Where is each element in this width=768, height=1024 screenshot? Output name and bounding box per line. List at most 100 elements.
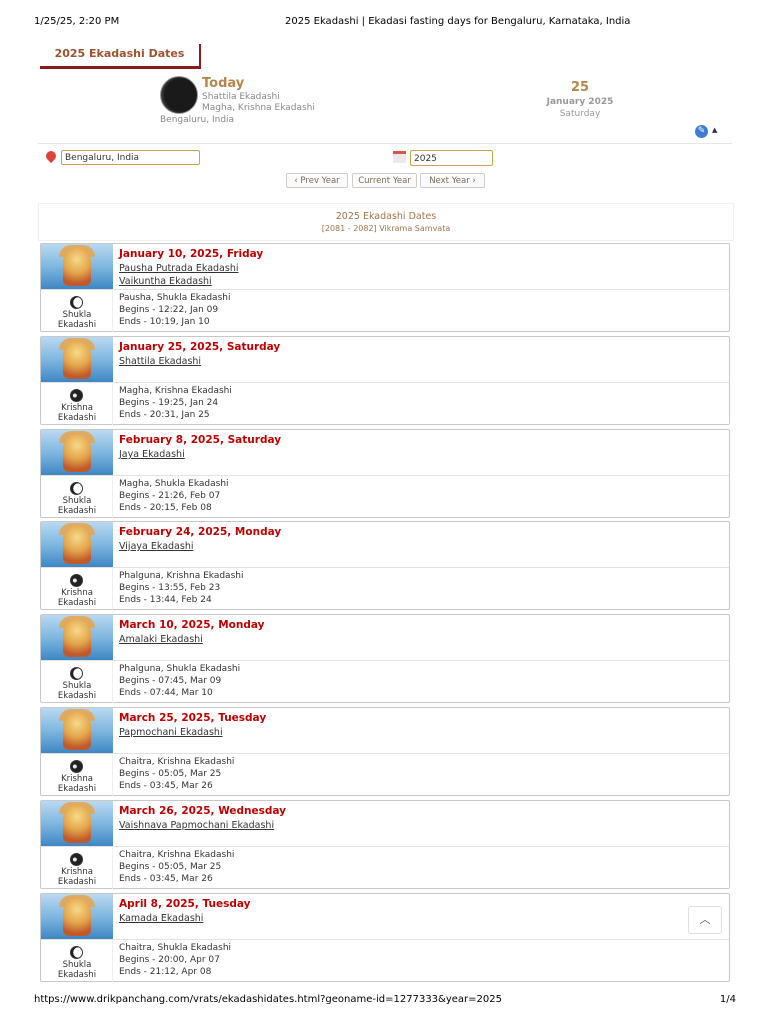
paksha-label: Shukla Ekadashi [41,310,113,330]
tithi-text: Chaitra, Krishna Ekadashi [119,757,235,767]
begins-time: Begins - 05:05, Mar 25 [119,862,222,872]
ends-time: Ends - 13:44, Feb 24 [119,595,212,605]
calendar-icon[interactable] [393,151,406,163]
ends-time: Ends - 10:19, Jan 10 [119,317,210,327]
settings-icon[interactable]: ✎ [695,125,708,138]
tithi-text: Magha, Krishna Ekadashi [119,386,232,396]
ekadashi-card: Krishna Ekadashi February 24, 2025, Monday… [40,521,730,610]
ekadashi-date: March 26, 2025, Wednesday [119,805,287,817]
current-year-button[interactable]: Current Year [352,173,417,188]
ekadashi-card: Shukla Ekadashi February 8, 2025, Saturday… [40,429,730,518]
ends-time: Ends - 21:12, Apr 08 [119,967,212,977]
begins-time: Begins - 21:26, Feb 07 [119,491,221,501]
ekadashi-card: Shukla Ekadashi January 10, 2025, Friday Pa… [40,243,730,332]
vishnu-image[interactable] [41,801,113,846]
shukla-moon-icon [70,482,83,495]
paksha-label: Shukla Ekadashi [41,960,113,980]
print-header: 1/25/25, 2:20 PM 2025 Ekadashi | Ekadasi… [0,16,768,32]
ekadashi-card: Krishna Ekadashi March 25, 2025, Tuesday Pa… [40,707,730,796]
vishnu-image[interactable] [41,337,113,382]
today-day: 25 [570,80,590,95]
shukla-moon-icon [70,946,83,959]
krishna-moon-icon [70,389,83,402]
today-date: 25 January 2025 Saturday [538,80,622,120]
paksha-word: Ekadashi [57,783,97,794]
ends-time: Ends - 07:44, Mar 10 [119,688,213,698]
ekadashi-date: March 25, 2025, Tuesday [119,712,267,724]
ekadashi-date: April 8, 2025, Tuesday [119,898,251,910]
ekadashi-name-link[interactable]: Shattila Ekadashi [119,356,201,367]
divider [38,143,732,144]
paksha-word: Ekadashi [57,969,97,980]
paksha-cell: Krishna Ekadashi [41,753,113,796]
location-pin-icon [43,148,59,164]
ends-time: Ends - 03:45, Mar 26 [119,781,213,791]
krishna-moon-icon [70,574,83,587]
vishnu-image[interactable] [41,708,113,753]
year-input[interactable]: 2025 [410,150,493,166]
ekadashi-name-link[interactable]: Kamada Ekadashi [119,913,203,924]
krishna-moon-icon [70,853,83,866]
today-month-year: January 2025 [546,97,614,107]
ends-time: Ends - 03:45, Mar 26 [119,874,213,884]
ekadashi-name-link[interactable]: Amalaki Ekadashi [119,634,203,645]
moon-phase-icon [160,76,198,114]
today-paksha: Magha, Krishna Ekadashi [202,103,315,113]
scroll-to-top-button[interactable]: ︿ [688,906,722,934]
ekadashi-name-link[interactable]: Vaikuntha Ekadashi [119,276,212,287]
ekadashi-date: February 24, 2025, Monday [119,526,282,538]
ekadashi-card: Shukla Ekadashi April 8, 2025, Tuesday Kama… [40,893,730,982]
paksha-word: Ekadashi [57,690,97,701]
next-year-button[interactable]: Next Year › [420,173,485,188]
paksha-cell: Krishna Ekadashi [41,567,113,610]
ends-time: Ends - 20:31, Jan 25 [119,410,210,420]
ekadashi-name-link[interactable]: Pausha Putrada Ekadashi [119,263,238,274]
print-datetime: 1/25/25, 2:20 PM [34,16,120,27]
today-label: Today [202,76,245,91]
paksha-word: Ekadashi [57,505,97,516]
tithi-text: Phalguna, Shukla Ekadashi [119,664,241,674]
begins-time: Begins - 20:00, Apr 07 [119,955,220,965]
ekadashi-card: Krishna Ekadashi January 25, 2025, Saturda… [40,336,730,425]
section-header: 2025 Ekadashi Dates [2081 - 2082] Vikram… [38,203,734,241]
vishnu-image[interactable] [41,244,113,289]
ekadashi-name-link[interactable]: Vijaya Ekadashi [119,541,193,552]
today-ekadashi[interactable]: Shattila Ekadashi [202,92,280,102]
tithi-text: Chaitra, Krishna Ekadashi [119,850,235,860]
location-input[interactable]: Bengaluru, India [61,150,200,165]
today-panel: Today Shattila Ekadashi Magha, Krishna E… [158,72,738,125]
shukla-moon-icon [70,667,83,680]
caret-up-icon[interactable]: ▲ [712,126,717,134]
prev-year-button[interactable]: ‹ Prev Year [286,173,348,188]
begins-time: Begins - 05:05, Mar 25 [119,769,222,779]
vishnu-image[interactable] [41,615,113,660]
begins-time: Begins - 13:55, Feb 23 [119,583,221,593]
paksha-cell: Krishna Ekadashi [41,846,113,889]
vishnu-image[interactable] [41,430,113,475]
ekadashi-name-link[interactable]: Vaishnava Papmochani Ekadashi [119,820,274,831]
paksha-cell: Shukla Ekadashi [41,939,113,982]
paksha-label: Krishna Ekadashi [41,588,113,608]
ekadashi-name-link[interactable]: Papmochani Ekadashi [119,727,223,738]
ekadashi-date: February 8, 2025, Saturday [119,434,282,446]
vishnu-image[interactable] [41,522,113,567]
ekadashi-name-link[interactable]: Jaya Ekadashi [119,449,185,460]
print-page-number: 1/4 [719,994,736,1005]
ekadashi-date: January 25, 2025, Saturday [119,341,281,353]
shukla-moon-icon [70,296,83,309]
paksha-word: Ekadashi [57,597,97,608]
paksha-label: Krishna Ekadashi [41,774,113,794]
ekadashi-card: Shukla Ekadashi March 10, 2025, Monday Amal… [40,614,730,703]
page-tab[interactable]: 2025 Ekadashi Dates [40,44,201,69]
ekadashi-card: Krishna Ekadashi March 26, 2025, Wednesday… [40,800,730,889]
paksha-cell: Krishna Ekadashi [41,382,113,425]
vishnu-image[interactable] [41,894,113,939]
ends-time: Ends - 20:15, Feb 08 [119,503,212,513]
tithi-text: Pausha, Shukla Ekadashi [119,293,231,303]
ekadashi-date: January 10, 2025, Friday [119,248,264,260]
paksha-label: Shukla Ekadashi [41,496,113,516]
krishna-moon-icon [70,760,83,773]
paksha-word: Ekadashi [57,319,97,330]
paksha-label: Krishna Ekadashi [41,403,113,423]
paksha-cell: Shukla Ekadashi [41,660,113,703]
